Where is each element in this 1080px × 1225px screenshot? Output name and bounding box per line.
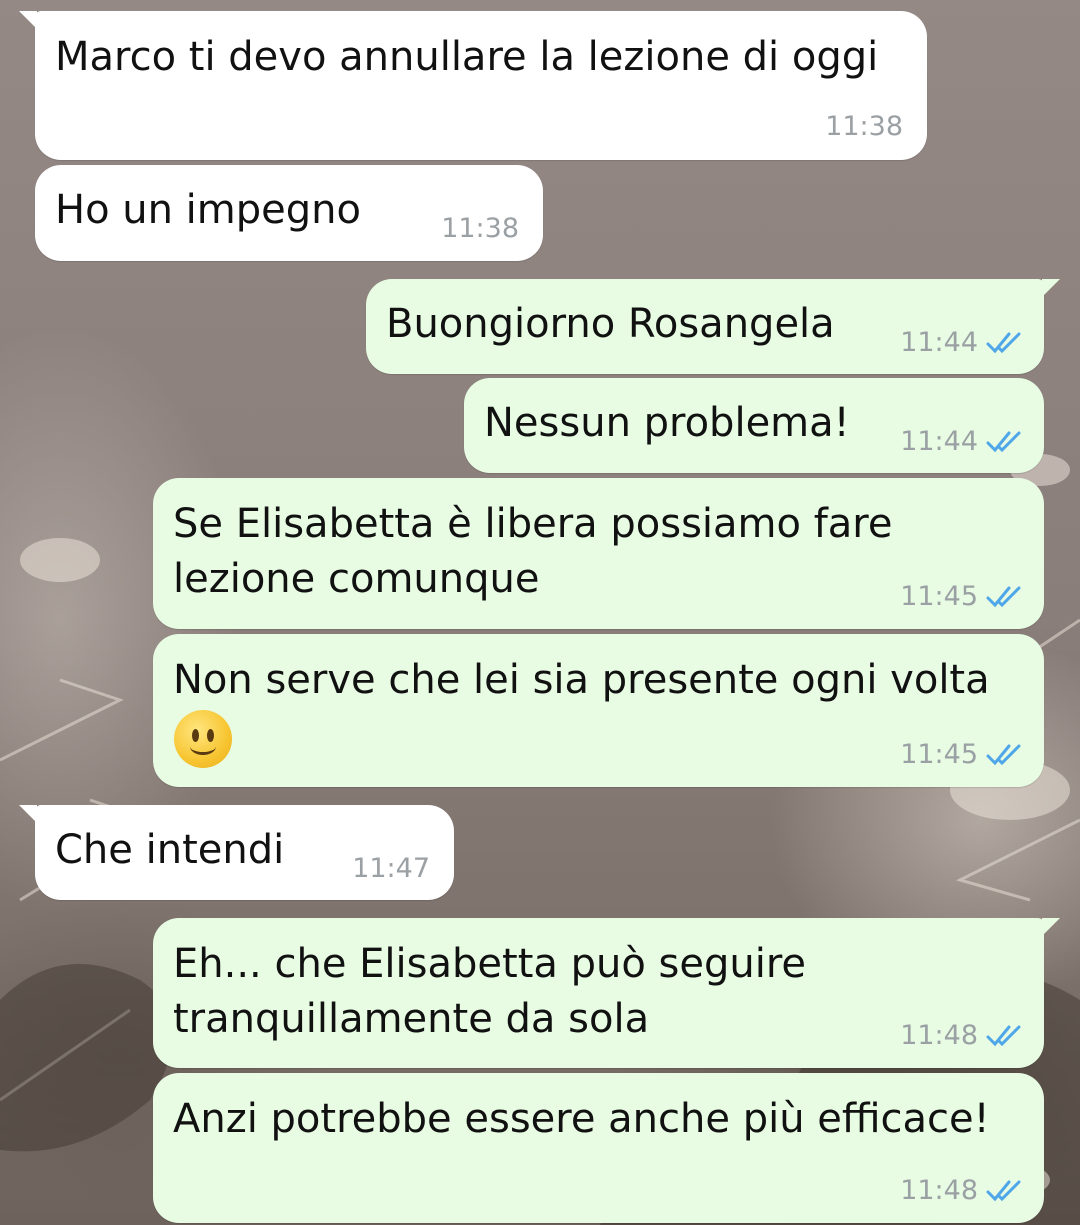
bubble-tail [1042,918,1060,936]
message-timestamp: 11:38 [825,111,903,142]
message-timestamp: 11:48 [900,1020,1024,1051]
message-bubble-outgoing[interactable]: Se Elisabetta è libera possiamo fare lez… [153,478,1044,629]
double-check-read-icon [986,1025,1021,1046]
message-text: Nessun problema! [484,400,850,446]
slightly-smiling-face-icon [174,710,232,768]
timestamp-text: 11:48 [900,1175,978,1206]
bubble-tail [19,805,37,823]
timestamp-text: 11:44 [900,426,978,457]
message-text: Anzi potrebbe essere anche più efficace! [173,1096,990,1142]
timestamp-text: 11:44 [900,327,978,358]
message-timestamp: 11:44 [900,426,1024,457]
message-timestamp: 11:45 [900,581,1024,612]
message-text: Che intendi [55,827,285,873]
timestamp-text: 11:45 [900,739,978,770]
timestamp-text: 11:38 [825,111,903,142]
message-bubble-outgoing[interactable]: Buongiorno Rosangela 11:44 [366,279,1060,374]
timestamp-text: 11:47 [352,853,430,884]
message-timestamp: 11:47 [352,853,430,884]
message-bubble-outgoing[interactable]: Anzi potrebbe essere anche più efficace!… [153,1073,1044,1223]
timestamp-text: 11:45 [900,581,978,612]
bubble-tail [1042,279,1060,297]
message-timestamp: 11:48 [900,1175,1024,1206]
message-bubble-outgoing[interactable]: Eh... che Elisabetta può seguire tranqui… [153,918,1060,1068]
message-text-line: Se Elisabetta è libera possiamo fare [173,501,893,547]
double-check-read-icon [986,332,1021,353]
timestamp-text: 11:38 [441,213,519,244]
message-text: Buongiorno Rosangela [386,301,835,347]
double-check-read-icon [986,744,1021,765]
double-check-read-icon [986,431,1021,452]
message-timestamp: 11:38 [441,213,519,244]
message-bubble-incoming[interactable]: Che intendi 11:47 [19,805,454,900]
double-check-read-icon [986,1180,1021,1201]
bubble-tail [19,11,37,29]
message-text-line: Eh... che Elisabetta può seguire [173,941,807,987]
message-timestamp: 11:44 [900,327,1024,358]
message-bubble-outgoing[interactable]: Nessun problema! 11:44 [464,378,1044,473]
message-timestamp: 11:45 [900,739,1024,770]
message-text-line: tranquillamente da sola [173,996,650,1042]
double-check-read-icon [986,586,1021,607]
message-text-line: lezione comunque [173,556,540,602]
message-bubble-outgoing[interactable]: Non serve che lei sia presente ogni volt… [153,634,1044,787]
message-text: Marco ti devo annullare la lezione di og… [55,34,879,80]
message-bubble-incoming[interactable]: Marco ti devo annullare la lezione di og… [19,11,927,160]
message-text: Ho un impegno [55,187,361,233]
message-bubble-incoming[interactable]: Ho un impegno 11:38 [35,165,543,261]
timestamp-text: 11:48 [900,1020,978,1051]
message-text: Non serve che lei sia presente ogni volt… [173,657,990,703]
